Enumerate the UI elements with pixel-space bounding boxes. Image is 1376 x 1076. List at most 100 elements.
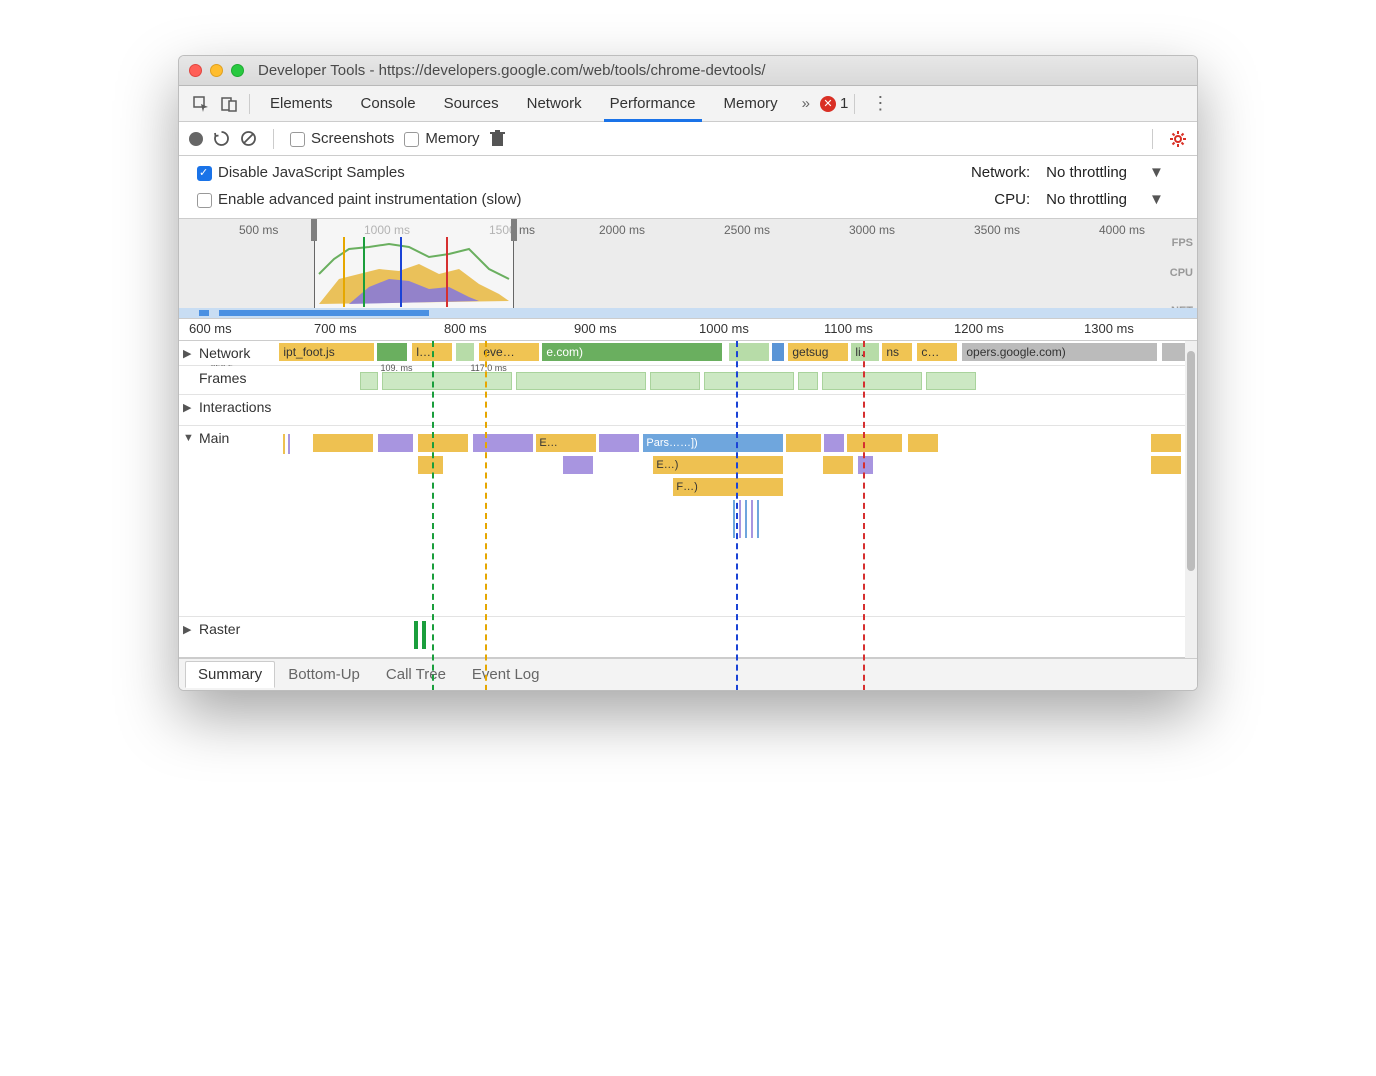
flame-event[interactable] xyxy=(1151,434,1181,452)
tab-memory[interactable]: Memory xyxy=(710,86,792,122)
flame-event[interactable] xyxy=(473,434,533,452)
chevron-down-icon[interactable]: ▼ xyxy=(1149,191,1179,208)
flame-event[interactable]: Pars……]) xyxy=(643,434,783,452)
clear-button[interactable] xyxy=(240,130,257,147)
flame-event[interactable] xyxy=(858,456,873,474)
flame-event[interactable] xyxy=(823,456,853,474)
ruler-tick: 600 ms xyxy=(189,321,232,336)
device-toolbar-icon[interactable] xyxy=(215,90,243,118)
raster-task[interactable] xyxy=(414,621,418,649)
reload-button[interactable] xyxy=(213,130,230,147)
network-request[interactable] xyxy=(377,343,407,361)
chevron-down-icon[interactable]: ▼ xyxy=(1149,164,1179,181)
divider xyxy=(249,94,250,114)
frame[interactable] xyxy=(360,372,378,390)
flame-chart-area[interactable]: ▶Network ipt_foot.js l… eve… e.com) gets… xyxy=(179,341,1197,690)
frame[interactable] xyxy=(822,372,922,390)
details-tab-event-log[interactable]: Event Log xyxy=(459,661,553,688)
overview-lane-cpu: CPU xyxy=(1170,267,1193,279)
tab-network[interactable]: Network xyxy=(513,86,596,122)
frame[interactable] xyxy=(650,372,700,390)
frame[interactable] xyxy=(926,372,976,390)
close-window-button[interactable] xyxy=(189,64,202,77)
tab-sources[interactable]: Sources xyxy=(430,86,513,122)
track-label: Interactions xyxy=(199,399,271,415)
disclosure-triangle-icon[interactable]: ▶ xyxy=(183,347,195,360)
flame-event[interactable] xyxy=(378,434,413,452)
disclosure-triangle-icon[interactable]: ▼ xyxy=(183,432,195,444)
flame-event[interactable] xyxy=(599,434,639,452)
flame-event[interactable]: E…) xyxy=(653,456,783,474)
error-count-badge[interactable]: ✕ 1 xyxy=(820,95,848,112)
ruler-tick: 800 ms xyxy=(444,321,487,336)
record-button[interactable] xyxy=(189,132,203,146)
network-request[interactable]: c… xyxy=(917,343,957,361)
flame-event[interactable] xyxy=(313,434,373,452)
screenshots-checkbox[interactable]: Screenshots xyxy=(290,130,394,147)
capture-settings-icon[interactable] xyxy=(1169,130,1187,148)
track-frames[interactable]: Frames 656.5 ms 109. ms 117.0 ms xyxy=(179,366,1197,395)
vertical-scrollbar[interactable] xyxy=(1185,341,1197,658)
ruler-tick: 700 ms xyxy=(314,321,357,336)
raster-task[interactable] xyxy=(422,621,426,649)
ruler-tick: 900 ms xyxy=(574,321,617,336)
network-request[interactable]: e.com) xyxy=(542,343,722,361)
devtools-tabbar: Elements Console Sources Network Perform… xyxy=(179,86,1197,122)
frame[interactable] xyxy=(798,372,818,390)
details-tab-summary[interactable]: Summary xyxy=(185,661,275,688)
window-title: Developer Tools - https://developers.goo… xyxy=(258,62,766,79)
disclosure-triangle-icon[interactable]: ▶ xyxy=(183,623,195,636)
network-throttle-select[interactable]: No throttling xyxy=(1046,164,1133,181)
divider xyxy=(273,129,274,149)
flame-event[interactable] xyxy=(786,434,821,452)
frame[interactable] xyxy=(382,372,512,390)
more-options-icon[interactable]: ⋮ xyxy=(861,93,899,114)
marker-line-yellow xyxy=(485,341,487,691)
disclosure-triangle-icon[interactable]: ▶ xyxy=(183,401,195,414)
flame-event[interactable]: E… xyxy=(536,434,596,452)
details-tab-bottom-up[interactable]: Bottom-Up xyxy=(275,661,373,688)
devtools-window: Developer Tools - https://developers.goo… xyxy=(178,55,1198,691)
track-raster[interactable]: ▶Raster xyxy=(179,617,1197,658)
network-request[interactable]: opers.google.com) xyxy=(962,343,1157,361)
trash-icon[interactable] xyxy=(490,130,505,147)
network-request[interactable]: ns xyxy=(882,343,912,361)
network-request[interactable]: getsug xyxy=(788,343,848,361)
flame-event[interactable] xyxy=(418,456,443,474)
network-request[interactable] xyxy=(772,343,784,361)
flame-event[interactable] xyxy=(418,434,468,452)
flame-event[interactable] xyxy=(563,456,593,474)
minimize-window-button[interactable] xyxy=(210,64,223,77)
tab-performance[interactable]: Performance xyxy=(596,86,710,122)
maximize-window-button[interactable] xyxy=(231,64,244,77)
track-interactions[interactable]: ▶ Interactions xyxy=(179,395,1197,426)
cpu-throttle-select[interactable]: No throttling xyxy=(1046,191,1133,208)
flame-event[interactable]: F…) xyxy=(673,478,783,496)
details-tab-call-tree[interactable]: Call Tree xyxy=(373,661,459,688)
flame-event[interactable] xyxy=(847,434,902,452)
track-network[interactable]: ▶Network ipt_foot.js l… eve… e.com) gets… xyxy=(179,341,1197,366)
network-request[interactable]: li. xyxy=(851,343,879,361)
track-main[interactable]: ▼Main E… Pars……]) E…) xyxy=(179,426,1197,617)
flame-event[interactable] xyxy=(908,434,938,452)
network-request[interactable]: ipt_foot.js xyxy=(279,343,374,361)
frame[interactable] xyxy=(704,372,794,390)
ruler-tick: 1200 ms xyxy=(954,321,1004,336)
scrollbar-thumb[interactable] xyxy=(1187,351,1195,571)
tab-elements[interactable]: Elements xyxy=(256,86,347,122)
marker-line-red xyxy=(863,341,865,691)
divider xyxy=(1152,129,1153,149)
network-request[interactable] xyxy=(456,343,474,361)
tab-console[interactable]: Console xyxy=(347,86,430,122)
disable-js-samples-checkbox[interactable]: Disable JavaScript Samples xyxy=(197,164,955,181)
timeline-overview[interactable]: 500 ms 1000 ms 1500 ms 2000 ms 2500 ms 3… xyxy=(179,219,1197,319)
frame[interactable] xyxy=(516,372,646,390)
tabs-overflow-button[interactable]: » xyxy=(792,95,820,112)
memory-checkbox[interactable]: Memory xyxy=(404,130,479,147)
flame-event[interactable] xyxy=(824,434,844,452)
timeline-ruler[interactable]: 600 ms 700 ms 800 ms 900 ms 1000 ms 1100… xyxy=(179,319,1197,341)
inspect-element-icon[interactable] xyxy=(187,90,215,118)
flame-event[interactable] xyxy=(1151,456,1181,474)
enable-paint-instrumentation-checkbox[interactable]: Enable advanced paint instrumentation (s… xyxy=(197,191,955,208)
network-request[interactable]: eve… xyxy=(479,343,539,361)
